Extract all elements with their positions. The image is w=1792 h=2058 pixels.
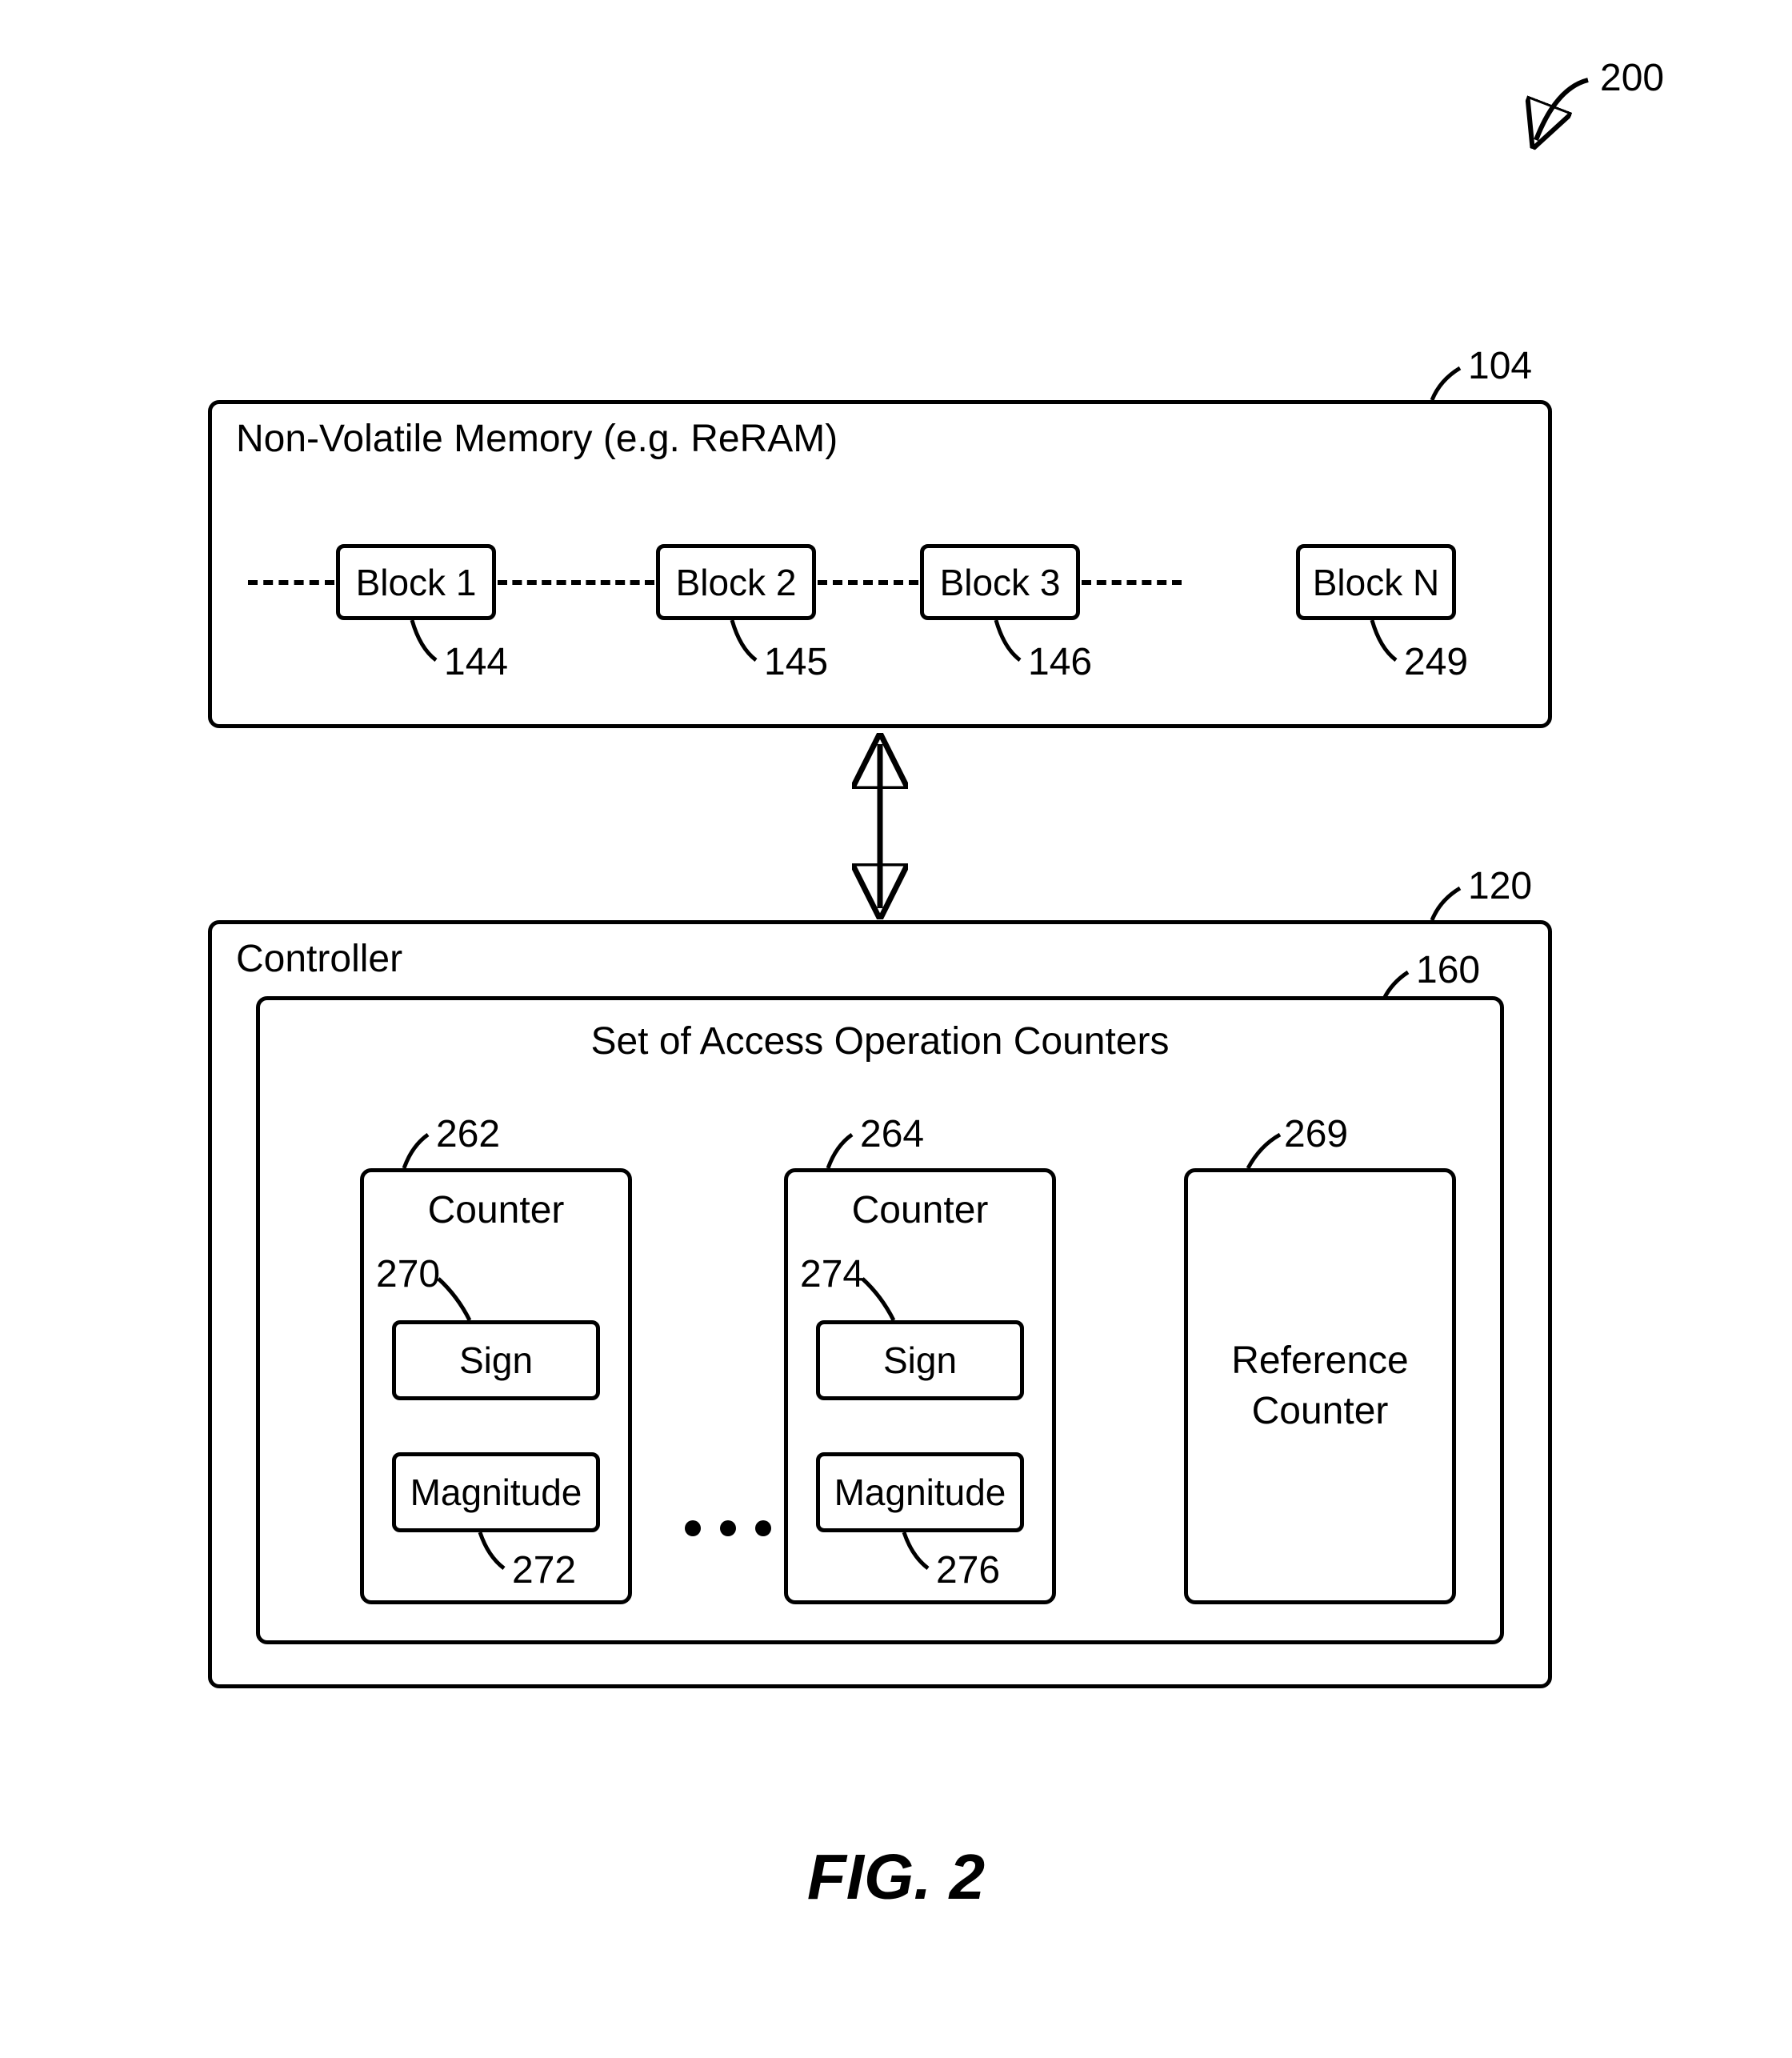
dash-left-edge	[248, 580, 334, 585]
dash-2-3	[818, 580, 918, 585]
ref-counter-2-sign: 274	[800, 1252, 864, 1296]
reference-counter-box: Reference Counter	[1184, 1168, 1456, 1604]
counter-1-mag-label: Magnitude	[410, 1471, 582, 1514]
block-1-label: Block 1	[356, 561, 477, 604]
dash-1-2	[498, 580, 654, 585]
counter-2-label: Counter	[788, 1188, 1052, 1232]
figure-caption: FIG. 2	[0, 1840, 1792, 1914]
counter-1-mag: Magnitude	[392, 1452, 600, 1532]
controller-title: Controller	[236, 937, 402, 981]
ref-counter-1-sign: 270	[376, 1252, 440, 1296]
ref-counter-2: 264	[860, 1112, 924, 1156]
block-3: Block 3	[920, 544, 1080, 620]
counter-1-sign: Sign	[392, 1320, 600, 1400]
ref-reference-counter: 269	[1284, 1112, 1348, 1156]
ref-counter-1-mag: 272	[512, 1548, 576, 1592]
counter-2-sign-label: Sign	[883, 1339, 957, 1382]
ref-counter-2-mag: 276	[936, 1548, 1000, 1592]
dash-3-right	[1082, 580, 1182, 585]
block-n: Block N	[1296, 544, 1456, 620]
diagram-canvas: 200 Non-Volatile Memory (e.g. ReRAM) 104…	[0, 0, 1792, 2058]
ref-block-1: 144	[444, 640, 508, 684]
ref-counter-1: 262	[436, 1112, 500, 1156]
ref-overall: 200	[1600, 56, 1664, 100]
ref-controller: 120	[1468, 864, 1532, 908]
ellipsis-dot-2	[720, 1520, 736, 1536]
counter-1-sign-label: Sign	[459, 1339, 533, 1382]
block-1: Block 1	[336, 544, 496, 620]
ref-block-n: 249	[1404, 640, 1468, 684]
ref-block-3: 146	[1028, 640, 1092, 684]
ref-block-2: 145	[764, 640, 828, 684]
nvm-title: Non-Volatile Memory (e.g. ReRAM)	[236, 417, 838, 461]
reference-counter-label: Reference Counter	[1188, 1336, 1452, 1436]
block-n-label: Block N	[1313, 561, 1439, 604]
ellipsis-dot-1	[685, 1520, 701, 1536]
block-3-label: Block 3	[940, 561, 1061, 604]
block-2: Block 2	[656, 544, 816, 620]
counter-1-label: Counter	[364, 1188, 628, 1232]
counter-2-mag: Magnitude	[816, 1452, 1024, 1532]
counter-2-sign: Sign	[816, 1320, 1024, 1400]
counters-set-title: Set of Access Operation Counters	[260, 1019, 1500, 1063]
block-2-label: Block 2	[676, 561, 797, 604]
counter-2-mag-label: Magnitude	[834, 1471, 1006, 1514]
ref-nvm: 104	[1468, 344, 1532, 388]
ellipsis-dot-3	[755, 1520, 771, 1536]
ref-counters-set: 160	[1416, 948, 1480, 992]
